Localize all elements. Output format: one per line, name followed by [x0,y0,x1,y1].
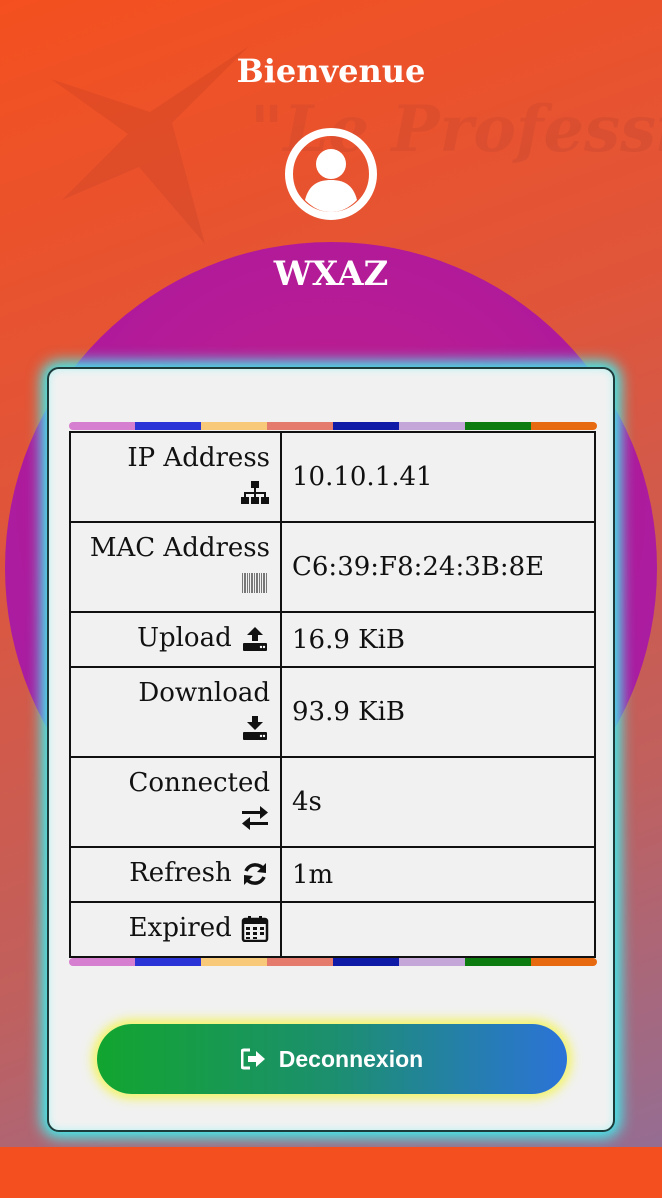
expired-value [280,901,596,958]
table-row: IP Address 10.10.1.41 [69,431,596,523]
table-row: Upload 16.9 KiB [69,611,596,668]
stripe-segment [465,958,531,966]
refresh-label: Refresh [129,858,232,888]
stripe-segment [465,422,531,430]
upload-value: 16.9 KiB [280,611,596,668]
page-title: Bienvenue [236,52,426,90]
download-value: 93.9 KiB [280,666,596,758]
barcode-icon [240,570,270,596]
sign-out-icon [240,1048,267,1070]
logout-button[interactable]: Deconnexion [97,1024,567,1094]
stripe-segment [69,958,135,966]
upload-label: Upload [137,623,232,653]
mac-address-value: C6:39:F8:24:3B:8E [280,521,596,613]
exchange-icon [240,805,270,831]
stripe-segment [69,422,135,430]
stripe-segment [399,958,465,966]
logout-label: Deconnexion [278,1045,424,1072]
stripe-segment [135,958,201,966]
stripe-segment [135,422,201,430]
stripe-segment [201,422,267,430]
refresh-icon [240,861,270,887]
footer-bar [0,1147,662,1198]
ip-address-value: 10.10.1.41 [280,431,596,523]
stripe-segment [267,958,333,966]
expired-label: Expired [128,913,232,943]
stripe-segment [399,422,465,430]
color-stripe-bottom [69,958,597,966]
calendar-icon [240,916,270,943]
download-icon [240,715,270,741]
download-label: Download [138,678,270,708]
table-row: Refresh 1m [69,846,596,903]
table-row: Expired [69,901,596,958]
stripe-segment [201,958,267,966]
username: WXAZ [273,254,389,294]
user-avatar-icon [285,128,377,220]
connected-label: Connected [128,768,270,798]
table-row: MAC Address C6:39:F8:24:3B:8E [69,521,596,613]
color-stripe-top [69,422,597,430]
table-row: Connected 4s [69,756,596,848]
table-row: Download 93.9 KiB [69,666,596,758]
refresh-value: 1m [280,846,596,903]
stripe-segment [531,958,597,966]
stripe-segment [333,958,399,966]
stripe-segment [267,422,333,430]
upload-icon [240,626,270,652]
connected-value: 4s [280,756,596,848]
stripe-segment [333,422,399,430]
network-icon [240,480,270,506]
info-table: IP Address 10.10.1.41 MAC Address C6:39:… [69,431,596,958]
stripe-segment [531,422,597,430]
ip-address-label: IP Address [127,443,270,473]
mac-address-label: MAC Address [89,533,270,563]
status-card: IP Address 10.10.1.41 MAC Address C6:39:… [47,367,615,1132]
